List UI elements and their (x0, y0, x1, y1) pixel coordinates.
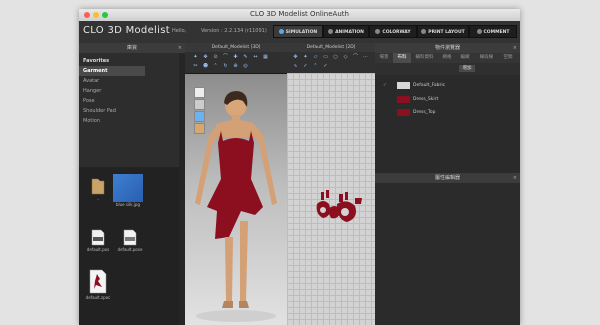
object-browser-header: 物件瀏覽器 × (375, 43, 520, 53)
tree-item-garment[interactable]: Garment (79, 66, 145, 76)
fabric-swatch (397, 109, 410, 116)
curve-icon[interactable]: ⌒ (353, 55, 358, 60)
rotate-icon[interactable]: ↻ (223, 64, 228, 69)
fabric-row-default[interactable]: ✓ Default_Fabric (375, 79, 520, 92)
file-item-parent-folder[interactable]: .. (87, 177, 109, 201)
rectangle-icon[interactable]: ▭ (323, 55, 328, 60)
viewport-3d[interactable]: Default_Modelist [3D] ✦ ✥ ⊙ ⌒ ✚ ✎ ↔ ▦ ✂ … (185, 43, 287, 325)
hanger-icon[interactable]: ⌃ (213, 64, 218, 69)
tab-print-layout[interactable]: PRINT LAYOUT (417, 25, 469, 38)
viewport-2d-toolbar: Default_Modelist [2D] ✥ ✦ ▱ ▭ ○ ◇ ⌒ ⋯ ∿ … (287, 43, 375, 74)
title-bar: CLO 3D Modelist OnlineAuth (79, 9, 520, 21)
fold-arrangement-icon[interactable]: ⌃ (313, 64, 318, 69)
file-browser: .. blue silk.jpg default.pos default.pos… (79, 167, 179, 325)
print-layout-icon (421, 29, 427, 34)
tree-item-hanger[interactable]: Hanger (79, 86, 185, 96)
pattern-grid[interactable] (287, 73, 375, 325)
stitch-icon[interactable]: ✂ (193, 64, 198, 69)
select-mesh-icon[interactable]: ✦ (193, 55, 198, 60)
property-editor-header: 屬性編輯器 × (375, 173, 520, 183)
simulation-icon (278, 29, 284, 34)
segment-sewing-icon[interactable]: ⋯ (363, 55, 368, 60)
tree-item-motion[interactable]: Motion (79, 116, 185, 126)
library-header: 庫資 × (79, 43, 185, 53)
file-item-blue-silk[interactable]: blue silk.jpg (112, 174, 144, 207)
tack-icon[interactable]: ✚ (233, 55, 238, 60)
tab-comment[interactable]: COMMENT (469, 25, 517, 38)
tab-fabric[interactable]: 布料 (393, 53, 411, 63)
zoom-icon[interactable]: ⊕ (233, 64, 238, 69)
file-item-default-pos[interactable]: default.pos (84, 229, 112, 252)
tab-mesh[interactable]: 網格 (438, 53, 456, 63)
comment-icon (476, 29, 482, 34)
pose-file-icon (123, 229, 137, 246)
circle-icon[interactable]: ○ (333, 55, 338, 60)
library-tree: Favorites Garment Avatar Hanger Pose Sho… (79, 53, 185, 126)
close-icon[interactable]: × (513, 173, 517, 183)
fabric-swatch (397, 96, 410, 103)
tab-knit[interactable]: 編織 (456, 53, 474, 63)
file-item-default-zpac[interactable]: default.zpac (84, 269, 112, 300)
zpac-file-icon (89, 269, 107, 294)
viewport-2d[interactable]: Default_Modelist [2D] ✥ ✦ ▱ ▭ ○ ◇ ⌒ ⋯ ∿ … (287, 43, 375, 325)
tab-trims[interactable]: 輔料資料 (411, 53, 438, 63)
close-icon[interactable]: × (513, 43, 517, 53)
clo3d-window: CLO 3D Modelist OnlineAuth CLO 3D Modeli… (79, 9, 520, 325)
tab-simulation[interactable]: SIMULATION (273, 25, 323, 38)
object-browser-panel: 物件瀏覽器 × 場景 布料 輔料資料 網格 編織 線段線 空間 增加 ✓ Def… (375, 43, 520, 325)
avatar-icon[interactable]: ☻ (203, 64, 208, 69)
fabric-toolbar: 增加 (375, 63, 520, 75)
tree-item-favorites[interactable]: Favorites (79, 56, 185, 66)
camera-icon[interactable]: ◎ (243, 64, 248, 69)
fabric-row-dress-top[interactable]: Dress_Top (375, 106, 520, 119)
check-icon: ✓ (383, 83, 387, 88)
window-title: CLO 3D Modelist OnlineAuth (250, 10, 349, 18)
library-panel: 庫資 × Favorites Garment Avatar Hanger Pos… (79, 43, 185, 325)
object-browser-tabs: 場景 布料 輔料資料 網格 編織 線段線 空間 (375, 53, 520, 63)
add-fabric-button[interactable]: 增加 (459, 65, 475, 72)
close-icon[interactable]: × (178, 43, 182, 53)
app-logo: CLO 3D Modelist (83, 25, 170, 36)
tab-scene[interactable]: 場景 (375, 53, 393, 63)
pin-icon[interactable]: ⊙ (213, 55, 218, 60)
user-greeting: Hello, (172, 28, 187, 34)
dart-icon[interactable]: ◇ (343, 55, 348, 60)
mode-bar: CLO 3D Modelist Hello, Version : 2.2.134… (79, 21, 520, 44)
transform-pattern-icon[interactable]: ✥ (293, 55, 298, 60)
tree-item-shoulder-pad[interactable]: Shoulder Pad (79, 106, 185, 116)
free-sewing-icon[interactable]: ∿ (293, 64, 298, 69)
viewport-3d-title: Default_Modelist [3D] (185, 43, 287, 52)
fold-icon[interactable]: ⌒ (223, 55, 228, 60)
tab-space[interactable]: 空間 (499, 53, 517, 63)
tree-item-avatar[interactable]: Avatar (79, 76, 185, 86)
texture-icon[interactable]: ▦ (263, 55, 268, 60)
blue-image-thumbnail (113, 174, 143, 202)
fabric-swatch (397, 82, 410, 89)
version-label: Version : 2.2.134 (r11091) (201, 28, 267, 34)
viewport-2d-title: Default_Modelist [2D] (287, 43, 375, 52)
animation-icon (328, 29, 334, 34)
check-sewing-icon[interactable]: ✓ (303, 64, 308, 69)
folder-icon (91, 178, 105, 195)
viewport-3d-toolbar: Default_Modelist [3D] ✦ ✥ ⊙ ⌒ ✚ ✎ ↔ ▦ ✂ … (185, 43, 287, 74)
colorway-icon (375, 29, 381, 34)
brush-icon[interactable]: ✎ (243, 55, 248, 60)
tab-animation[interactable]: ANIMATION (323, 25, 369, 38)
tab-colorway[interactable]: COLORWAY (369, 25, 417, 38)
tab-topstitch[interactable]: 線段線 (474, 53, 499, 63)
notch-icon[interactable]: ✓ (323, 64, 328, 69)
pos-file-icon (91, 229, 105, 246)
fabric-row-dress-skirt[interactable]: Dress_Skirt (375, 93, 520, 106)
edit-pattern-icon[interactable]: ✦ (303, 55, 308, 60)
tree-item-pose[interactable]: Pose (79, 96, 185, 106)
measure-icon[interactable]: ↔ (253, 55, 258, 60)
property-editor: 屬性編輯器 × (375, 173, 520, 325)
polygon-icon[interactable]: ▱ (313, 55, 318, 60)
move-icon[interactable]: ✥ (203, 55, 208, 60)
file-item-default-pose[interactable]: default.pose (116, 229, 144, 252)
pattern-pieces[interactable] (315, 188, 375, 230)
avatar-figure[interactable] (185, 91, 287, 325)
